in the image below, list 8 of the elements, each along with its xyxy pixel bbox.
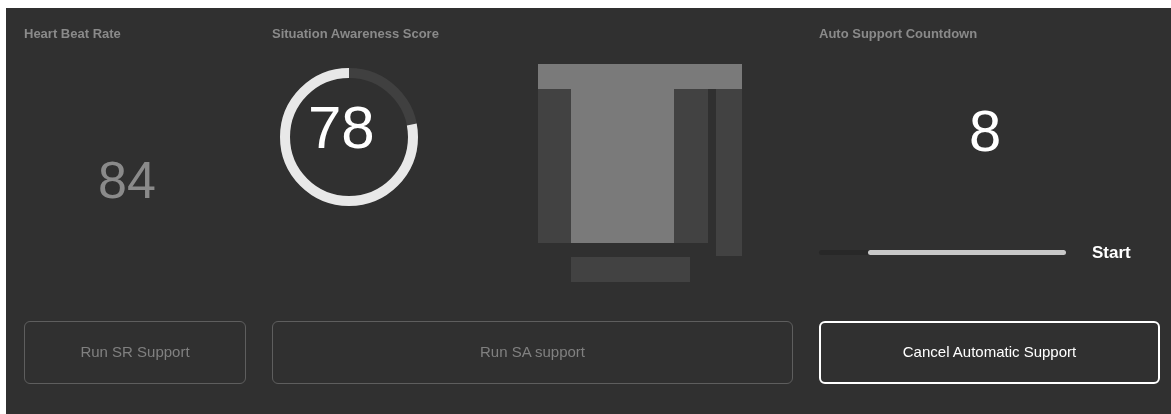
action-button[interactable]: Cancel Automatic Support	[819, 321, 1160, 384]
heart-rate-value: 84	[98, 153, 157, 206]
section-title: Situation Awareness Score	[272, 25, 440, 43]
score-value: 78	[308, 97, 375, 158]
countdown-value: 8	[969, 101, 1003, 160]
section-title: Auto Support Countdown	[819, 25, 979, 43]
section-title: Heart Beat Rate	[24, 25, 122, 43]
start-button[interactable]: Start	[1092, 239, 1131, 265]
